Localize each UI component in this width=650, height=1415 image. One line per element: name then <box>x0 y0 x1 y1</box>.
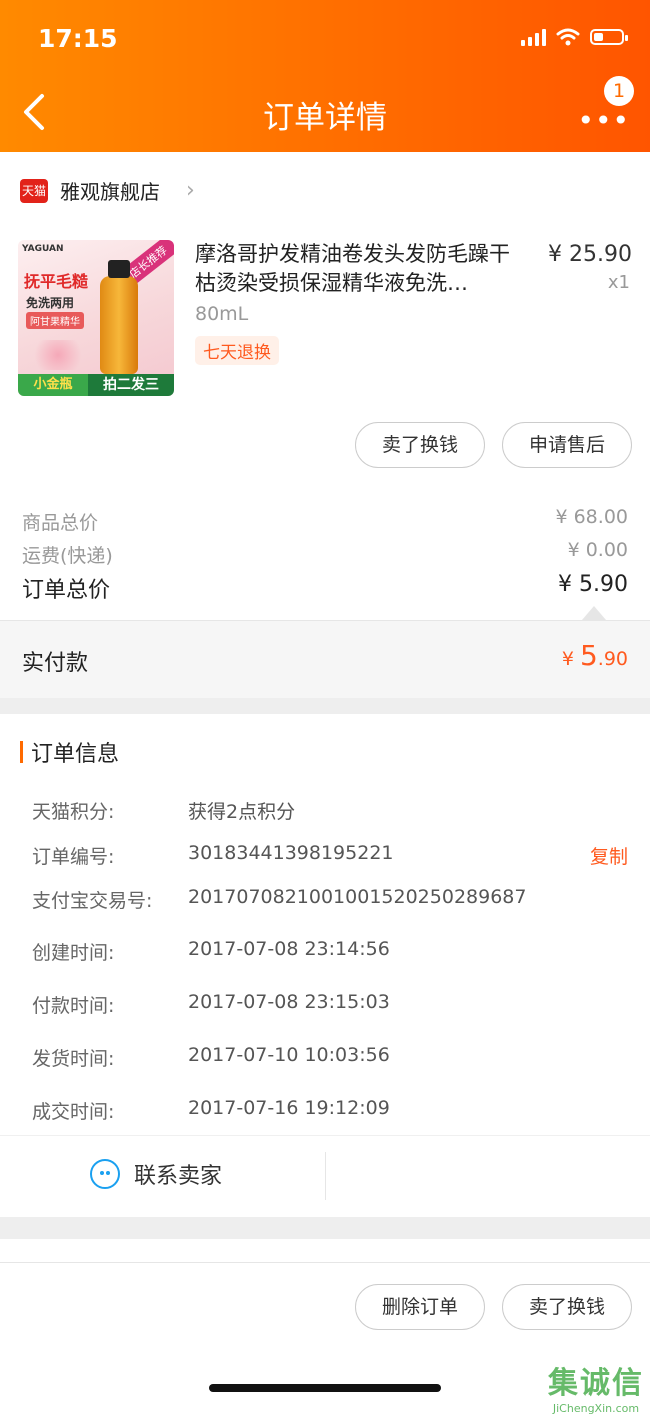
paid-currency: ¥ <box>561 648 580 670</box>
order-total-value: ¥ 5.90 <box>558 572 628 597</box>
signal-icon <box>521 28 546 46</box>
product-bottom-right: 拍二发三 <box>88 374 174 396</box>
section-divider-bottom <box>0 1217 650 1239</box>
paid-integer: 5 <box>579 639 598 672</box>
paid-decimal: .90 <box>597 648 628 670</box>
section-divider <box>0 698 650 714</box>
points-label: 天猫积分: <box>32 801 115 823</box>
goods-total-value: ¥ 68.00 <box>555 506 628 528</box>
alipay-number-value: 2017070821001001520250289687 <box>188 886 527 908</box>
product-image[interactable]: YAGUAN 店长推荐 抚平毛糙 免洗两用 阿甘果精华 小金瓶 拍二发三 <box>18 240 174 396</box>
contact-seller-label: 联系卖家 <box>134 1164 223 1189</box>
product-pump <box>108 260 130 278</box>
order-total-label: 订单总价 <box>22 578 111 603</box>
points-value: 获得2点积分 <box>188 801 296 823</box>
paid-time-value: 2017-07-08 23:15:03 <box>188 991 390 1013</box>
product-brand: YAGUAN <box>22 244 64 254</box>
paid-value: ¥ 5.90 <box>562 639 628 672</box>
chat-face-icon <box>90 1159 120 1189</box>
watermark-main: 集诚信 <box>548 1366 644 1401</box>
section-accent-bar <box>20 741 23 763</box>
order-info-title: 订单信息 <box>31 742 120 767</box>
vertical-divider <box>325 1152 326 1200</box>
contact-row: 联系卖家 <box>0 1135 650 1216</box>
watermark-logo: 集诚信 JiChengXin.com <box>548 1358 644 1415</box>
paid-label: 实付款 <box>22 651 89 676</box>
chevron-right-icon: › <box>186 178 195 203</box>
order-info-header: 订单信息 <box>20 736 119 768</box>
shipping-value: ¥ 0.00 <box>567 539 628 561</box>
product-bottom-left: 小金瓶 <box>18 374 88 396</box>
order-number-label: 订单编号: <box>32 846 115 868</box>
return-policy-tag: 七天退换 <box>195 336 279 365</box>
alipay-number-label: 支付宝交易号: <box>32 890 153 912</box>
completed-time-value: 2017-07-16 19:12:09 <box>188 1097 390 1119</box>
watermark-sub: JiChengXin.com <box>552 1402 640 1415</box>
tmall-logo: 天猫 <box>20 178 48 203</box>
goods-total-label: 商品总价 <box>22 512 99 534</box>
app-header: 17:15 订单详情 ••• 1 <box>0 0 650 152</box>
home-indicator[interactable] <box>209 1384 441 1392</box>
contact-seller-button[interactable]: 联系卖家 <box>90 1158 222 1190</box>
page-title: 订单详情 <box>263 100 387 136</box>
product-flowers <box>28 340 88 370</box>
more-menu-icon[interactable]: ••• <box>577 104 630 137</box>
shipped-time-value: 2017-07-10 10:03:56 <box>188 1044 390 1066</box>
completed-time-label: 成交时间: <box>32 1101 115 1123</box>
status-time: 17:15 <box>38 24 118 53</box>
after-sale-button[interactable]: 申请售后 <box>502 422 632 468</box>
product-spec: 80mL <box>195 303 249 325</box>
wifi-icon <box>556 28 580 46</box>
product-quantity: x1 <box>607 272 630 293</box>
product-price: ¥ 25.90 <box>548 242 632 267</box>
created-time-value: 2017-07-08 23:14:56 <box>188 938 390 960</box>
shipped-time-label: 发货时间: <box>32 1048 115 1070</box>
shipping-label: 运费(快递) <box>22 545 113 567</box>
product-line1: 抚平毛糙 <box>24 272 89 291</box>
paid-amount-box: 实付款 ¥ 5.90 <box>0 620 650 699</box>
copy-button[interactable]: 复制 <box>590 842 628 869</box>
product-bottle <box>100 276 138 374</box>
created-time-label: 创建时间: <box>32 942 115 964</box>
store-name: 雅观旗舰店 <box>60 180 160 204</box>
product-title[interactable]: 摩洛哥护发精油卷发头发防毛躁干枯烫染受损保湿精华液免洗… <box>195 240 525 298</box>
status-icons <box>521 28 628 46</box>
store-link[interactable]: 天猫 雅观旗舰店 › <box>20 176 195 205</box>
delete-order-button[interactable]: 删除订单 <box>355 1284 485 1330</box>
pointer-caret <box>582 606 606 620</box>
battery-icon <box>590 29 628 45</box>
sell-bottom-button[interactable]: 卖了换钱 <box>502 1284 632 1330</box>
product-line2: 免洗两用 <box>26 296 75 310</box>
sell-button[interactable]: 卖了换钱 <box>355 422 485 468</box>
order-number-value: 301834413981952​21 <box>188 842 394 864</box>
product-line3: 阿甘果精华 <box>26 312 84 329</box>
paid-time-label: 付款时间: <box>32 995 115 1017</box>
notification-badge: 1 <box>604 76 634 106</box>
